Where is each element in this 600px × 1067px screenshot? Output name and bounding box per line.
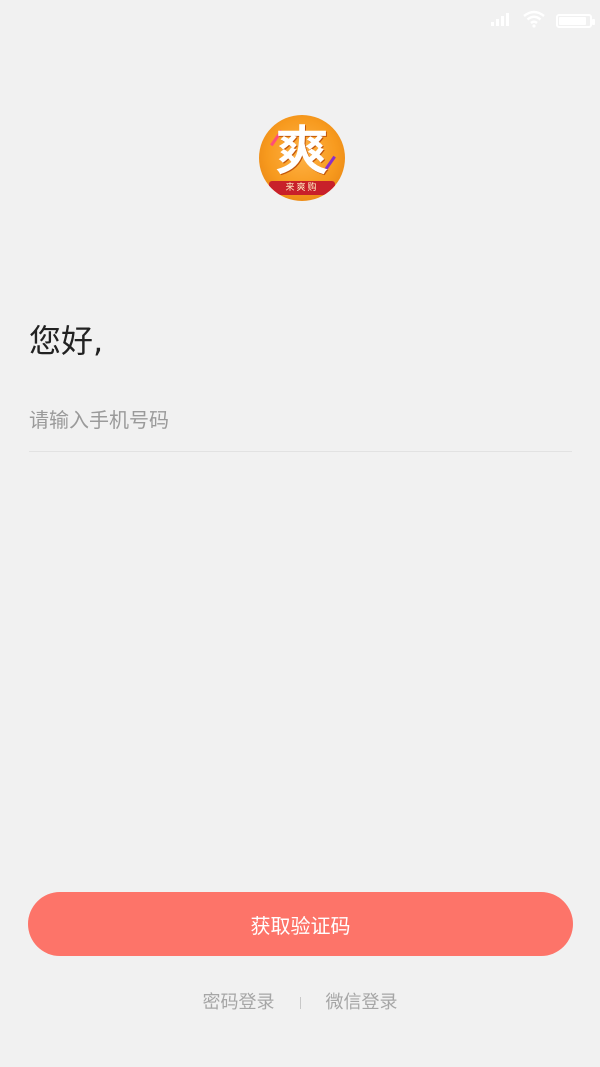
phone-field: [29, 398, 572, 452]
battery-icon: [556, 14, 595, 28]
greeting-title: 您好,: [29, 322, 104, 360]
phone-number-input[interactable]: [29, 398, 572, 442]
alternative-login-options: 密码登录 微信登录: [0, 988, 600, 1018]
password-login-link[interactable]: 密码登录: [203, 988, 275, 1018]
wifi-icon: [522, 10, 546, 32]
signal-icon: [490, 11, 512, 31]
app-logo: 爽 来爽购: [259, 115, 345, 201]
status-bar: [0, 0, 600, 40]
logo-character: 爽: [275, 121, 328, 182]
logo-ribbon: 来爽购: [269, 181, 335, 195]
battery-level: [559, 17, 586, 25]
status-icons: [490, 10, 595, 32]
divider: [299, 997, 301, 1009]
wechat-login-link[interactable]: 微信登录: [326, 988, 398, 1018]
get-verification-code-button[interactable]: 获取验证码: [28, 892, 573, 956]
